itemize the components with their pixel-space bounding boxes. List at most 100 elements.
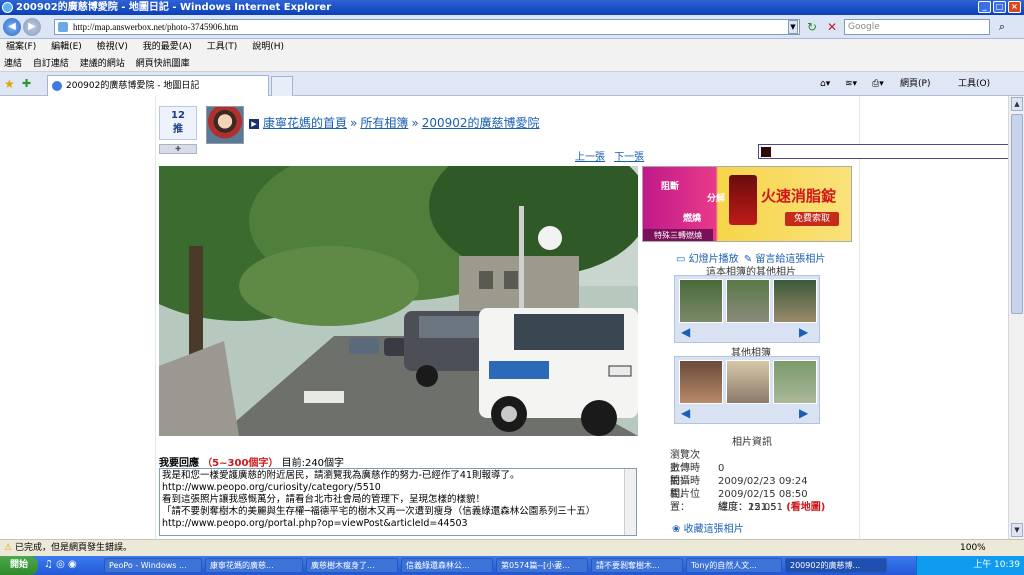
prev-arrow-icon[interactable]: ◀ (681, 407, 695, 419)
next-photo-link[interactable]: 下一張 (614, 152, 644, 163)
taskbar: 開始 ♫ ◎ ◉ PeoPo - Windows ... 康寧花媽的廣慈... … (0, 556, 1024, 575)
taskbar-item[interactable]: 信義綠還森林公... (401, 558, 493, 573)
recommend-count: 12 (171, 110, 185, 121)
add-favorites-icon[interactable]: ✚ (22, 77, 31, 90)
reply-line: http://www.peopo.org/portal.php?op=viewP… (162, 518, 468, 529)
forward-button[interactable]: ▶ (23, 18, 41, 36)
ad-banner[interactable]: 阻斷 分解 燃燒 火速消脂錠 免費索取 特殊三轉燃燒 (642, 166, 852, 242)
prev-photo-link[interactable]: 上一張 (575, 152, 605, 163)
clock[interactable]: 上午 10:39 (973, 560, 1020, 570)
ad-footer: 特殊三轉燃燒 (643, 229, 713, 241)
system-tray: 上午 10:39 (916, 556, 1024, 575)
collect-photo[interactable]: ❀ 收藏這張相片 (672, 520, 744, 535)
menu-file[interactable]: 檔案(F) (6, 42, 36, 52)
new-tab-button[interactable] (271, 76, 293, 96)
ad-cta-button[interactable]: 免費索取 (785, 212, 839, 226)
reply-line: 看到這張照片讓我感慨萬分，請看台北市社會局的管理下，呈現怎樣的樣貌！ (162, 494, 486, 505)
link-suggested-sites[interactable]: 建議的網站 (80, 59, 125, 69)
recommend-box[interactable]: 12 推 (159, 106, 197, 140)
zoom-level[interactable]: 100% (960, 540, 986, 556)
link-web-slice-gallery[interactable]: 網頁快訊圖庫 (136, 59, 190, 69)
page-viewport: 12 推 ✚ ▶ 康寧花媽的首頁» 所有相簿» 200902的廣慈博愛院 上一張 下一… (0, 96, 1024, 539)
prev-arrow-icon[interactable]: ◀ (681, 326, 695, 338)
scroll-thumb[interactable] (1011, 114, 1023, 314)
links-bar: 連結 自訂連結 建議的網站 網頁快訊圖庫 (0, 56, 1024, 72)
reply-line: 「請不要剝奪樹木的美麗與生存權─福德平宅的樹木又再一次遭到瘦身（信義綠還森林公園… (162, 506, 596, 517)
stop-icon[interactable]: ✕ (824, 19, 840, 35)
scroll-up-icon[interactable]: ▲ (1011, 97, 1023, 111)
refresh-icon[interactable]: ↻ (804, 19, 820, 35)
scroll-down-icon[interactable]: ▼ (1011, 523, 1023, 537)
menu-view[interactable]: 檢視(V) (97, 42, 128, 52)
back-button[interactable]: ◀ (3, 18, 21, 36)
search-input[interactable]: Google (844, 19, 990, 35)
taskbar-item[interactable]: 廣慈樹木瘦身了... (306, 558, 398, 573)
main-photo[interactable] (159, 166, 638, 436)
quicklaunch-icons[interactable]: ♫ ◎ ◉ (44, 559, 77, 570)
menu-tools[interactable]: 工具(T) (207, 42, 238, 52)
photo-thumbnail[interactable] (773, 279, 817, 323)
menu-favorites[interactable]: 我的最愛(A) (143, 42, 192, 52)
tab-page-icon (52, 81, 62, 91)
other-photos-strip: ◀ ▶ (674, 275, 820, 343)
taskbar-item[interactable]: 第0574篇--[小妻... (496, 558, 588, 573)
close-button[interactable]: × (1008, 1, 1021, 13)
recommend-label: 推 (173, 124, 183, 135)
reply-line: http://www.peopo.org/curiosity/category/… (162, 482, 381, 493)
home-icon[interactable]: ⌂▾ (820, 76, 830, 92)
breadcrumb-all-albums[interactable]: 所有相簿 (360, 116, 408, 130)
reply-textarea[interactable]: 我是和您一樣愛護廣慈的附近居民，請瀏覽我為廣慈作的努力-已經作了41則報導了。 … (159, 468, 637, 536)
recommend-button[interactable]: ✚ (159, 144, 197, 154)
photo-thumbnail[interactable] (726, 279, 770, 323)
next-arrow-icon[interactable]: ▶ (799, 407, 813, 419)
address-input[interactable]: http://map.answerbox.net/photo-3745906.h… (54, 19, 800, 35)
maximize-button[interactable]: □ (993, 1, 1006, 13)
photo-thumbnail[interactable] (679, 279, 723, 323)
link-custom[interactable]: 自訂連結 (33, 59, 69, 69)
menu-bar: 檔案(F) 編輯(E) 檢視(V) 我的最愛(A) 工具(T) 說明(H) (0, 39, 1024, 56)
textarea-scrollbar[interactable] (624, 469, 636, 535)
ad-text-burn: 燃燒 (683, 214, 702, 224)
avatar[interactable] (206, 106, 244, 144)
lng-label: 經度： (718, 502, 748, 513)
links-label: 連結 (4, 59, 23, 69)
taskbar-item-active[interactable]: 200902的廣慈博... (785, 558, 887, 573)
album-thumbnail[interactable] (773, 360, 817, 404)
feeds-icon[interactable]: ≋▾ (845, 76, 857, 92)
reply-heading: 我要回應 （5~300個字） 目前:240個字 (159, 454, 344, 469)
photo-info: 相片資訊 瀏覽次數： 0 上傳時間： 2009/02/23 09:24 拍攝時間： 2… (670, 436, 850, 514)
print-icon[interactable]: ⎙▾ (872, 76, 884, 92)
address-dropdown-icon[interactable]: ▼ (788, 20, 798, 34)
floating-toolbar[interactable] (758, 144, 1024, 159)
taskbar-item[interactable]: PeoPo - Windows ... (104, 558, 202, 573)
ie-icon (2, 2, 13, 13)
next-arrow-icon[interactable]: ▶ (799, 326, 813, 338)
photo-pager: 上一張 下一張 (569, 148, 644, 163)
favorites-star-icon[interactable]: ★ (4, 77, 15, 91)
page-menu[interactable]: 網頁(P) (900, 76, 930, 92)
menu-help[interactable]: 說明(H) (252, 42, 284, 52)
view-map-link[interactable]: (看地圖) (786, 502, 825, 513)
tools-menu[interactable]: 工具(O) (958, 76, 990, 92)
page-scrollbar[interactable]: ▲ ▼ (1008, 96, 1024, 539)
breadcrumb-album[interactable]: 200902的廣慈博愛院 (422, 116, 540, 130)
minimize-button[interactable]: _ (978, 1, 991, 13)
album-thumbnail[interactable] (726, 360, 770, 404)
tab-current[interactable]: 200902的廣慈博愛院 - 地圖日記 (47, 75, 269, 96)
menu-edit[interactable]: 編輯(E) (51, 42, 82, 52)
warning-icon[interactable]: ⚠ (4, 543, 12, 553)
search-icon[interactable]: ⌕ (995, 19, 1009, 35)
breadcrumb-home[interactable]: 康寧花媽的首頁 (263, 116, 347, 130)
tab-bar: ★ ✚ 200902的廣慈博愛院 - 地圖日記 ⌂▾ ≋▾ ⎙▾ 網頁(P) 工… (0, 72, 1024, 96)
start-button[interactable]: 開始 (0, 556, 38, 575)
breadcrumb-sep: » (350, 116, 358, 130)
taskbar-item[interactable]: 請不要剝奪樹木... (591, 558, 683, 573)
photo-page: 12 推 ✚ ▶ 康寧花媽的首頁» 所有相簿» 200902的廣慈博愛院 上一張 下一… (155, 96, 860, 539)
taskbar-item[interactable]: 康寧花媽的廣慈... (205, 558, 303, 573)
info-title: 相片資訊 (732, 437, 772, 448)
collect-photo-link[interactable]: 收藏這張相片 (684, 524, 744, 535)
album-thumbnail[interactable] (679, 360, 723, 404)
page-icon (58, 22, 68, 32)
tab-title: 200902的廣慈博愛院 - 地圖日記 (66, 81, 200, 91)
taskbar-item[interactable]: Tony的自然人文... (686, 558, 782, 573)
